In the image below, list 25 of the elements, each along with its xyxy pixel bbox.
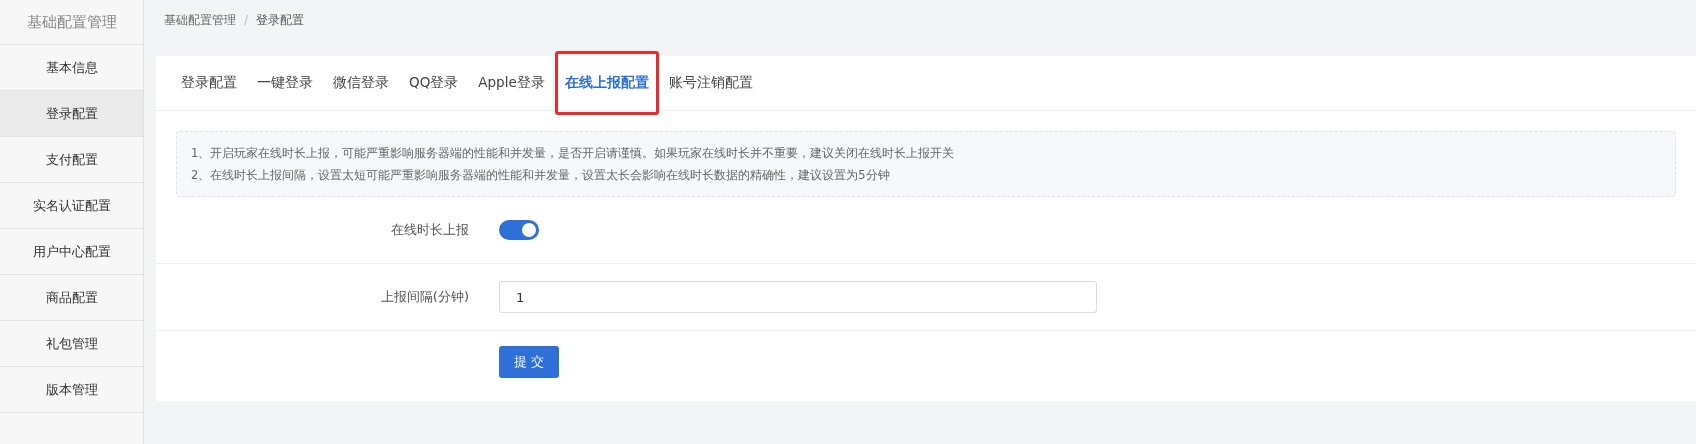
- sidebar-item[interactable]: 版本管理: [0, 367, 143, 413]
- tab[interactable]: 微信登录: [324, 68, 398, 98]
- toggle-switch[interactable]: [499, 220, 539, 240]
- sidebar-item[interactable]: 支付配置: [0, 137, 143, 183]
- breadcrumb-separator: /: [244, 13, 249, 27]
- breadcrumb-item[interactable]: 登录配置: [256, 11, 305, 29]
- form-label: 在线时长上报: [390, 221, 470, 239]
- breadcrumb-item[interactable]: 基础配置管理: [164, 11, 236, 29]
- sidebar-item[interactable]: 登录配置: [0, 91, 143, 137]
- tab[interactable]: 账号注销配置: [659, 68, 762, 98]
- sidebar-title: 基础配置管理: [0, 0, 143, 45]
- tab[interactable]: QQ登录: [400, 68, 468, 98]
- sidebar-item[interactable]: 商品配置: [0, 275, 143, 321]
- tab[interactable]: Apple登录: [469, 68, 554, 98]
- notice-text: 1、开启玩家在线时长上报，可能严重影响服务器端的性能和并发量，是否开启请谨慎。如果玩家在线时长并不重要，建议关闭在线时长上报开关: [191, 145, 956, 162]
- submit-button[interactable]: 提 交: [499, 346, 560, 378]
- tab[interactable]: 一键登录: [248, 68, 322, 98]
- sidebar-item[interactable]: 礼包管理: [0, 321, 143, 367]
- tab[interactable]: 登录配置: [172, 68, 246, 98]
- sidebar-item[interactable]: 实名认证配置: [0, 183, 143, 229]
- input-field[interactable]: 1: [499, 281, 1097, 313]
- form-label: 上报间隔(分钟): [379, 288, 470, 306]
- sidebar-item[interactable]: 用户中心配置: [0, 229, 143, 275]
- tab[interactable]: 在线上报配置: [555, 68, 658, 98]
- notice-text: 2、在线时长上报间隔，设置太短可能严重影响服务器端的性能和并发量，设置太长会影响在线时长数据的精确性，建议设置为5分钟: [191, 167, 891, 184]
